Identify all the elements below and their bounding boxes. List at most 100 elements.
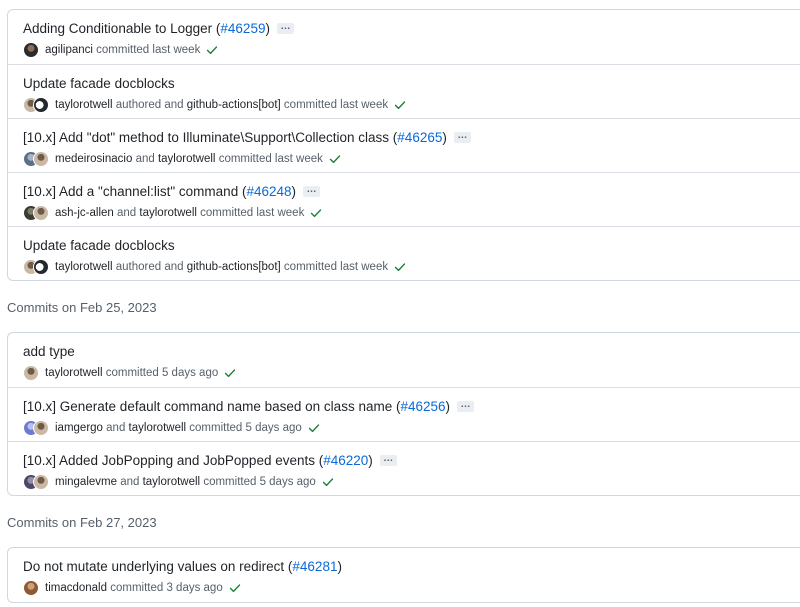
- commit-row: Update facade docblocks taylorotwell auth…: [8, 226, 800, 280]
- commit-group: add type taylorotwell committed 5 days ag…: [7, 332, 800, 496]
- commit-title-link[interactable]: Update facade docblocks: [23, 76, 175, 91]
- pull-request-link[interactable]: #46265: [397, 130, 442, 145]
- commit-title-line: add type: [23, 340, 800, 362]
- commit-meta-text: and: [135, 153, 155, 165]
- author-link[interactable]: taylorotwell: [45, 367, 103, 379]
- commit-meta-text: committed 5 days ago: [189, 422, 302, 434]
- author-link[interactable]: ash-jc-allen: [55, 207, 114, 219]
- commit-meta-text: committed 5 days ago: [203, 476, 316, 488]
- commit-title-link[interactable]: [10.x] Add "dot" method to Illuminate\Su…: [23, 130, 389, 145]
- status-check-icon[interactable]: [394, 261, 406, 273]
- commit-meta-line: mingalevme and taylorotwell committed 5 …: [23, 472, 800, 492]
- commit-row: [10.x] Add a "channel:list" command (#46…: [8, 172, 800, 226]
- pull-request-link[interactable]: #46248: [246, 184, 291, 199]
- avatar-taylorotwell[interactable]: [33, 205, 49, 221]
- commit-title-line: [10.x] Generate default command name bas…: [23, 395, 800, 417]
- expand-description-button[interactable]: …: [457, 399, 475, 412]
- pr-open-paren: (: [314, 452, 324, 468]
- pull-request-link[interactable]: #46281: [292, 559, 337, 574]
- avatar-agilipanci[interactable]: [23, 42, 39, 58]
- author-link[interactable]: taylorotwell: [143, 476, 201, 488]
- author-link[interactable]: taylorotwell: [55, 261, 113, 273]
- avatar-github-actions-bot[interactable]: [33, 259, 49, 275]
- pr-close-paren: ): [291, 183, 297, 199]
- expand-description-button[interactable]: …: [453, 130, 471, 143]
- commit-row: Update facade docblocks taylorotwell auth…: [8, 64, 800, 118]
- author-link[interactable]: taylorotwell: [55, 99, 113, 111]
- avatar-stack: [23, 42, 39, 58]
- author-link[interactable]: iamgergo: [55, 422, 103, 434]
- avatar-taylorotwell[interactable]: [33, 420, 49, 436]
- commit-row: Do not mutate underlying values on redir…: [8, 548, 800, 602]
- pr-open-paren: (: [392, 398, 401, 414]
- commit-meta-line: taylorotwell committed 5 days ago: [23, 363, 800, 383]
- commit-meta-line: medeirosinacio and taylorotwell committe…: [23, 149, 800, 169]
- pr-open-paren: (: [284, 558, 293, 574]
- author-link[interactable]: github-actions[bot]: [187, 261, 281, 273]
- avatar-taylorotwell[interactable]: [23, 365, 39, 381]
- avatar-stack: [23, 97, 49, 113]
- avatar-stack: [23, 259, 49, 275]
- commit-title-link[interactable]: [10.x] Added JobPopping and JobPopped ev…: [23, 453, 315, 468]
- author-link[interactable]: timacdonald: [45, 582, 107, 594]
- pull-request-link[interactable]: #46256: [400, 399, 445, 414]
- avatar-stack: [23, 365, 39, 381]
- avatar-timacdonald[interactable]: [23, 580, 39, 596]
- commit-title-link[interactable]: Update facade docblocks: [23, 238, 175, 253]
- commit-meta-text: committed last week: [96, 44, 201, 56]
- commit-title-link[interactable]: [10.x] Add a "channel:list" command: [23, 184, 238, 199]
- expand-description-button[interactable]: …: [379, 453, 397, 466]
- status-check-icon[interactable]: [308, 422, 320, 434]
- status-check-icon[interactable]: [322, 476, 334, 488]
- commit-title-link[interactable]: Adding Conditionable to Logger: [23, 21, 212, 36]
- avatar-stack: [23, 474, 49, 490]
- author-link[interactable]: github-actions[bot]: [187, 99, 281, 111]
- commit-title-link[interactable]: Do not mutate underlying values on redir…: [23, 559, 284, 574]
- expand-description-button[interactable]: …: [276, 21, 294, 34]
- expand-description-button[interactable]: …: [303, 184, 321, 197]
- avatar-stack: [23, 205, 49, 221]
- status-check-icon[interactable]: [329, 153, 341, 165]
- commit-meta-line: iamgergo and taylorotwell committed 5 da…: [23, 418, 800, 438]
- commit-meta-text: committed last week: [200, 207, 305, 219]
- avatar-taylorotwell[interactable]: [33, 151, 49, 167]
- pull-request-link[interactable]: #46220: [323, 453, 368, 468]
- commit-meta-text: and: [117, 207, 137, 219]
- status-check-icon[interactable]: [394, 99, 406, 111]
- commit-meta-text: and: [106, 422, 126, 434]
- author-link[interactable]: agilipanci: [45, 44, 93, 56]
- commit-meta-text: and: [120, 476, 140, 488]
- commit-meta-text: authored and: [115, 261, 184, 273]
- commits-date-heading: Commits on Feb 27, 2023: [7, 515, 157, 530]
- commit-title-line: [10.x] Add a "channel:list" command (#46…: [23, 180, 800, 202]
- commit-history-page: Adding Conditionable to Logger ( #46259) ……: [0, 0, 800, 607]
- status-check-icon[interactable]: [206, 44, 218, 56]
- status-check-icon[interactable]: [310, 207, 322, 219]
- avatar-taylorotwell[interactable]: [33, 474, 49, 490]
- pr-open-paren: (: [238, 183, 247, 199]
- author-link[interactable]: taylorotwell: [158, 153, 216, 165]
- author-link[interactable]: taylorotwell: [139, 207, 197, 219]
- avatar-github-actions-bot[interactable]: [33, 97, 49, 113]
- commit-row: add type taylorotwell committed 5 days ag…: [8, 333, 800, 387]
- status-check-icon[interactable]: [224, 367, 236, 379]
- avatar-stack: [23, 151, 49, 167]
- pull-request-link[interactable]: #46259: [220, 21, 265, 36]
- pr-close-paren: ): [337, 558, 342, 574]
- author-link[interactable]: mingalevme: [55, 476, 117, 488]
- status-check-icon[interactable]: [229, 582, 241, 594]
- author-link[interactable]: taylorotwell: [129, 422, 187, 434]
- avatar-stack: [23, 580, 39, 596]
- commit-meta-text: committed 3 days ago: [110, 582, 223, 594]
- pr-close-paren: ): [445, 398, 451, 414]
- pr-close-paren: ): [368, 452, 373, 468]
- commit-title-link[interactable]: [10.x] Generate default command name bas…: [23, 399, 392, 414]
- avatar-stack: [23, 420, 49, 436]
- commit-meta-text: committed last week: [218, 153, 323, 165]
- commit-group: Do not mutate underlying values on redir…: [7, 547, 800, 603]
- pr-close-paren: ): [265, 20, 270, 36]
- author-link[interactable]: medeirosinacio: [55, 153, 132, 165]
- commit-row: [10.x] Added JobPopping and JobPopped ev…: [8, 441, 800, 495]
- commit-title-link[interactable]: add type: [23, 344, 75, 359]
- commit-title-line: Update facade docblocks: [23, 72, 800, 94]
